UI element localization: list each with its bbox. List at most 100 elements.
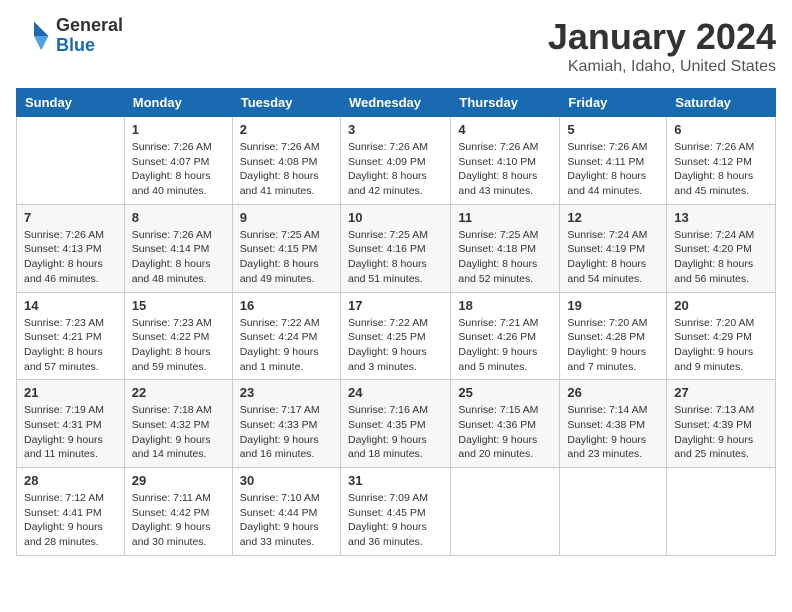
col-header-sunday: Sunday <box>17 89 125 117</box>
day-info: Sunrise: 7:23 AM Sunset: 4:22 PM Dayligh… <box>132 316 225 375</box>
day-number: 8 <box>132 210 225 225</box>
day-number: 1 <box>132 122 225 137</box>
day-number: 16 <box>240 298 333 313</box>
day-info: Sunrise: 7:24 AM Sunset: 4:19 PM Dayligh… <box>567 228 659 287</box>
day-cell: 8 Sunrise: 7:26 AM Sunset: 4:14 PM Daylig… <box>124 204 232 292</box>
day-info: Sunrise: 7:25 AM Sunset: 4:15 PM Dayligh… <box>240 228 333 287</box>
col-header-friday: Friday <box>560 89 667 117</box>
header: General Blue January 2024 Kamiah, Idaho,… <box>16 16 776 76</box>
day-number: 11 <box>458 210 552 225</box>
day-number: 25 <box>458 385 552 400</box>
title-area: January 2024 Kamiah, Idaho, United State… <box>548 16 776 76</box>
day-info: Sunrise: 7:18 AM Sunset: 4:32 PM Dayligh… <box>132 403 225 462</box>
day-cell: 21Sunrise: 7:19 AM Sunset: 4:31 PM Dayli… <box>17 380 125 468</box>
day-info: Sunrise: 7:26 AM Sunset: 4:07 PM Dayligh… <box>132 140 225 199</box>
day-cell: 9 Sunrise: 7:25 AM Sunset: 4:15 PM Daylig… <box>232 204 340 292</box>
week-row-4: 21Sunrise: 7:19 AM Sunset: 4:31 PM Dayli… <box>17 380 776 468</box>
day-cell: 15 Sunrise: 7:23 AM Sunset: 4:22 PM Dayli… <box>124 292 232 380</box>
day-info: Sunrise: 7:26 AM Sunset: 4:11 PM Dayligh… <box>567 140 659 199</box>
day-info: Sunrise: 7:23 AM Sunset: 4:21 PM Dayligh… <box>24 316 117 375</box>
day-info: Sunrise: 7:24 AM Sunset: 4:20 PM Dayligh… <box>674 228 768 287</box>
day-number: 27 <box>674 385 768 400</box>
day-number: 12 <box>567 210 659 225</box>
day-cell: 31Sunrise: 7:09 AM Sunset: 4:45 PM Dayli… <box>340 468 450 556</box>
day-info: Sunrise: 7:13 AM Sunset: 4:39 PM Dayligh… <box>674 403 768 462</box>
col-header-wednesday: Wednesday <box>340 89 450 117</box>
day-cell: 4 Sunrise: 7:26 AM Sunset: 4:10 PM Daylig… <box>451 117 560 205</box>
day-cell <box>451 468 560 556</box>
day-info: Sunrise: 7:15 AM Sunset: 4:36 PM Dayligh… <box>458 403 552 462</box>
day-cell: 27 Sunrise: 7:13 AM Sunset: 4:39 PM Dayli… <box>667 380 776 468</box>
day-number: 29 <box>132 473 225 488</box>
day-info: Sunrise: 7:25 AM Sunset: 4:16 PM Dayligh… <box>348 228 443 287</box>
col-header-monday: Monday <box>124 89 232 117</box>
week-row-5: 28 Sunrise: 7:12 AM Sunset: 4:41 PM Dayli… <box>17 468 776 556</box>
col-header-thursday: Thursday <box>451 89 560 117</box>
day-number: 30 <box>240 473 333 488</box>
day-number: 14 <box>24 298 117 313</box>
day-number: 7 <box>24 210 117 225</box>
header-row: SundayMondayTuesdayWednesdayThursdayFrid… <box>17 89 776 117</box>
day-info: Sunrise: 7:21 AM Sunset: 4:26 PM Dayligh… <box>458 316 552 375</box>
day-info: Sunrise: 7:20 AM Sunset: 4:29 PM Dayligh… <box>674 316 768 375</box>
day-info: Sunrise: 7:26 AM Sunset: 4:12 PM Dayligh… <box>674 140 768 199</box>
day-number: 18 <box>458 298 552 313</box>
day-cell: 18 Sunrise: 7:21 AM Sunset: 4:26 PM Dayli… <box>451 292 560 380</box>
day-cell: 28 Sunrise: 7:12 AM Sunset: 4:41 PM Dayli… <box>17 468 125 556</box>
day-cell: 1 Sunrise: 7:26 AM Sunset: 4:07 PM Daylig… <box>124 117 232 205</box>
day-number: 2 <box>240 122 333 137</box>
day-cell: 5 Sunrise: 7:26 AM Sunset: 4:11 PM Daylig… <box>560 117 667 205</box>
day-info: Sunrise: 7:26 AM Sunset: 4:13 PM Dayligh… <box>24 228 117 287</box>
day-info: Sunrise: 7:16 AM Sunset: 4:35 PM Dayligh… <box>348 403 443 462</box>
day-info: Sunrise: 7:20 AM Sunset: 4:28 PM Dayligh… <box>567 316 659 375</box>
day-cell <box>560 468 667 556</box>
calendar-subtitle: Kamiah, Idaho, United States <box>548 58 776 76</box>
day-cell: 20Sunrise: 7:20 AM Sunset: 4:29 PM Dayli… <box>667 292 776 380</box>
day-cell: 10 Sunrise: 7:25 AM Sunset: 4:16 PM Dayli… <box>340 204 450 292</box>
day-cell: 23Sunrise: 7:17 AM Sunset: 4:33 PM Dayli… <box>232 380 340 468</box>
day-cell: 24 Sunrise: 7:16 AM Sunset: 4:35 PM Dayli… <box>340 380 450 468</box>
day-cell <box>667 468 776 556</box>
day-cell: 6 Sunrise: 7:26 AM Sunset: 4:12 PM Daylig… <box>667 117 776 205</box>
col-header-tuesday: Tuesday <box>232 89 340 117</box>
day-info: Sunrise: 7:12 AM Sunset: 4:41 PM Dayligh… <box>24 491 117 550</box>
day-number: 28 <box>24 473 117 488</box>
day-number: 26 <box>567 385 659 400</box>
day-number: 15 <box>132 298 225 313</box>
day-cell <box>17 117 125 205</box>
day-number: 19 <box>567 298 659 313</box>
day-info: Sunrise: 7:22 AM Sunset: 4:25 PM Dayligh… <box>348 316 443 375</box>
day-number: 5 <box>567 122 659 137</box>
day-number: 17 <box>348 298 443 313</box>
day-number: 31 <box>348 473 443 488</box>
day-number: 24 <box>348 385 443 400</box>
day-cell: 11 Sunrise: 7:25 AM Sunset: 4:18 PM Dayli… <box>451 204 560 292</box>
day-number: 3 <box>348 122 443 137</box>
day-info: Sunrise: 7:11 AM Sunset: 4:42 PM Dayligh… <box>132 491 225 550</box>
day-number: 22 <box>132 385 225 400</box>
day-number: 4 <box>458 122 552 137</box>
day-cell: 29 Sunrise: 7:11 AM Sunset: 4:42 PM Dayli… <box>124 468 232 556</box>
logo-icon <box>16 18 52 54</box>
day-cell: 30Sunrise: 7:10 AM Sunset: 4:44 PM Dayli… <box>232 468 340 556</box>
calendar-title: January 2024 <box>548 16 776 58</box>
day-number: 6 <box>674 122 768 137</box>
day-cell: 12 Sunrise: 7:24 AM Sunset: 4:19 PM Dayli… <box>560 204 667 292</box>
day-info: Sunrise: 7:26 AM Sunset: 4:14 PM Dayligh… <box>132 228 225 287</box>
logo: General Blue <box>16 16 123 56</box>
day-cell: 13 Sunrise: 7:24 AM Sunset: 4:20 PM Dayli… <box>667 204 776 292</box>
day-info: Sunrise: 7:17 AM Sunset: 4:33 PM Dayligh… <box>240 403 333 462</box>
day-number: 21 <box>24 385 117 400</box>
day-cell: 22 Sunrise: 7:18 AM Sunset: 4:32 PM Dayli… <box>124 380 232 468</box>
day-info: Sunrise: 7:25 AM Sunset: 4:18 PM Dayligh… <box>458 228 552 287</box>
day-cell: 26 Sunrise: 7:14 AM Sunset: 4:38 PM Dayli… <box>560 380 667 468</box>
logo-blue-label: Blue <box>56 36 123 56</box>
day-number: 9 <box>240 210 333 225</box>
day-info: Sunrise: 7:26 AM Sunset: 4:10 PM Dayligh… <box>458 140 552 199</box>
day-info: Sunrise: 7:14 AM Sunset: 4:38 PM Dayligh… <box>567 403 659 462</box>
day-cell: 19 Sunrise: 7:20 AM Sunset: 4:28 PM Dayli… <box>560 292 667 380</box>
day-number: 13 <box>674 210 768 225</box>
day-info: Sunrise: 7:26 AM Sunset: 4:09 PM Dayligh… <box>348 140 443 199</box>
day-number: 10 <box>348 210 443 225</box>
calendar-table: SundayMondayTuesdayWednesdayThursdayFrid… <box>16 88 776 556</box>
